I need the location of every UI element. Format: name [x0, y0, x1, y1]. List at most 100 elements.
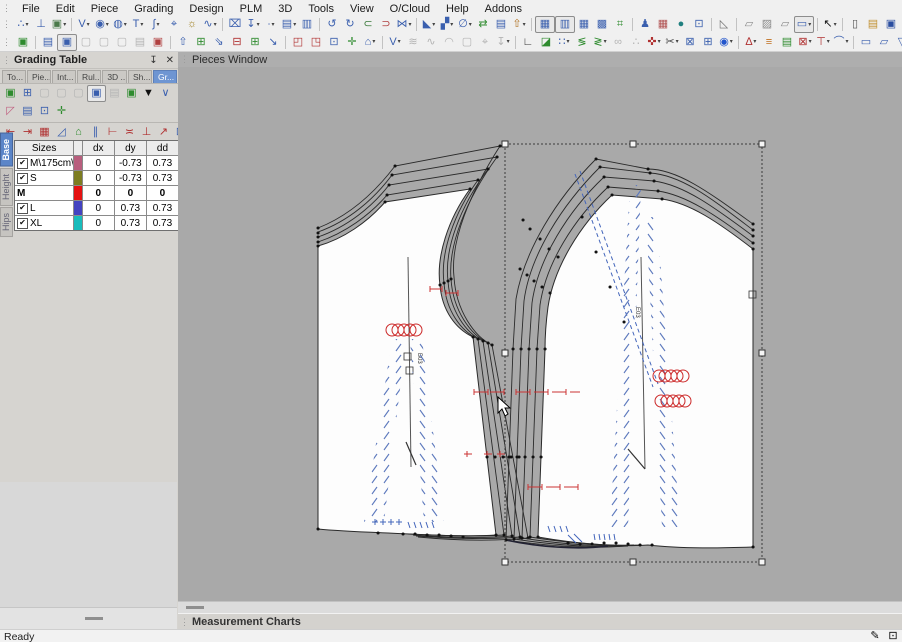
hscroll-thumb[interactable]: [186, 606, 204, 609]
panel-tab-rul[interactable]: Rul...: [77, 70, 101, 83]
copy-piece-tool-icon[interactable]: ⊠: [681, 35, 699, 50]
walk-pieces-tool-icon[interactable]: ⇄: [474, 17, 492, 32]
flip-tool-a-icon[interactable]: ≶: [573, 35, 591, 50]
size-dx-value[interactable]: 0: [83, 156, 115, 170]
add-node-tool-icon[interactable]: ✛: [343, 35, 361, 50]
circle-tool-icon[interactable]: ◉▾: [93, 17, 111, 32]
seam-tool-icon[interactable]: ≡: [760, 35, 778, 50]
angle-tool-icon[interactable]: ∆▾: [742, 35, 760, 50]
menu-plm[interactable]: PLM: [232, 2, 271, 16]
size-dd-value[interactable]: 0.73: [147, 156, 178, 170]
menu-help[interactable]: Help: [438, 2, 477, 16]
size-dy-value[interactable]: 0.73: [115, 201, 147, 215]
node-tool-dropdown[interactable]: ▾: [272, 22, 275, 28]
cut-tool-dropdown[interactable]: ▾: [676, 39, 679, 45]
size-row-L[interactable]: ✔L00.730.73: [15, 201, 178, 216]
add-piece-2-icon[interactable]: ▣: [123, 86, 140, 101]
fold-tool-a-icon[interactable]: ◰: [289, 35, 307, 50]
save-file-icon[interactable]: ▣: [882, 17, 900, 32]
select-cursor-tool-dropdown[interactable]: ▾: [834, 22, 837, 28]
size-row-XL[interactable]: ✔XL00.730.73: [15, 216, 178, 230]
grade-home-icon[interactable]: ⌂: [70, 125, 87, 140]
node-add-tool-dropdown[interactable]: ▾: [658, 39, 661, 45]
monitor-view-tool-icon[interactable]: ⊡: [690, 17, 708, 32]
grade-table-icon[interactable]: ▦: [36, 125, 53, 140]
sync-tool-icon[interactable]: ◉▾: [717, 35, 735, 50]
balance-tool-icon[interactable]: ∅▾: [456, 17, 474, 32]
image-insert-tool-icon[interactable]: ▣▾: [50, 17, 68, 32]
size-row-S[interactable]: ✔S0-0.730.73: [15, 171, 178, 186]
size-checkbox[interactable]: ✔: [17, 173, 28, 184]
size-dd-value[interactable]: 0.73: [147, 216, 178, 230]
size-dd-value[interactable]: 0: [147, 186, 178, 200]
axis-tab-height[interactable]: Height: [0, 168, 13, 206]
piece-remove-icon[interactable]: ⊟: [228, 35, 246, 50]
grade-even-icon[interactable]: ≍: [121, 125, 138, 140]
size-dd-value[interactable]: 0.73: [147, 171, 178, 185]
menu-piece[interactable]: Piece: [83, 2, 127, 16]
grade-nest-tool-dropdown[interactable]: ▾: [432, 22, 435, 28]
home-tool-dropdown[interactable]: ▾: [372, 39, 375, 45]
grade-corner-icon[interactable]: ◿: [53, 125, 70, 140]
window-tool-icon[interactable]: ⊡: [325, 35, 343, 50]
split-piece-tool-icon[interactable]: ▞▾: [438, 17, 456, 32]
rotate-ccw-tool-icon[interactable]: ↺: [323, 17, 341, 32]
home-tool-icon[interactable]: ⌂▾: [361, 35, 379, 50]
dart-tool-dropdown[interactable]: ▾: [87, 22, 90, 28]
paper-copy-2-icon[interactable]: ▨: [758, 17, 776, 32]
close-icon[interactable]: ✕: [162, 55, 178, 66]
image-insert-tool-dropdown[interactable]: ▾: [63, 22, 66, 28]
piece-add-2-icon[interactable]: ⊞: [246, 35, 264, 50]
shape-trapezoid-icon[interactable]: ▽: [893, 35, 902, 50]
menu-file[interactable]: File: [14, 2, 48, 16]
export-piece-tool-icon[interactable]: ⇧▾: [510, 17, 528, 32]
machine-status-icon-icon[interactable]: ⊡: [884, 629, 902, 642]
split-piece-tool-dropdown[interactable]: ▾: [450, 22, 453, 28]
balance-tool-dropdown[interactable]: ▾: [469, 22, 472, 28]
pin-icon[interactable]: ↧: [145, 55, 161, 66]
sync-tool-dropdown[interactable]: ▾: [730, 39, 733, 45]
panel-tab-3d[interactable]: 3D ...: [102, 70, 127, 83]
menu-addons[interactable]: Addons: [477, 2, 530, 16]
image-new-icon[interactable]: ▣: [14, 35, 32, 50]
fill-gradient-tool-icon[interactable]: ◪: [537, 35, 555, 50]
new-file-icon[interactable]: ▯: [846, 17, 864, 32]
size-row-M[interactable]: M000: [15, 186, 178, 201]
menu-o-cloud[interactable]: O/Cloud: [382, 2, 438, 16]
paper-copy-3-icon[interactable]: ▱: [776, 17, 794, 32]
pin-tool-icon[interactable]: ↧▾: [244, 17, 262, 32]
node-add-tool-icon[interactable]: ✜▾: [645, 35, 663, 50]
rotate-left-90-tool-icon[interactable]: ⊂: [359, 17, 377, 32]
node-tool-icon[interactable]: ∙▾: [262, 17, 280, 32]
size-dx-value[interactable]: 0: [83, 171, 115, 185]
pin-tool-dropdown[interactable]: ▾: [257, 22, 260, 28]
image-alt-icon[interactable]: ▣: [149, 35, 167, 50]
view-grid-2-icon[interactable]: ▥: [555, 16, 575, 33]
shape-parallelogram-icon[interactable]: ▱: [875, 35, 893, 50]
fold-line-tool-icon[interactable]: ⌒▾: [832, 35, 850, 50]
corner-add-icon[interactable]: ◸: [2, 104, 19, 119]
menu-tools[interactable]: Tools: [300, 2, 342, 16]
add-piece-icon[interactable]: ▣: [2, 86, 19, 101]
export-piece-tool-dropdown[interactable]: ▾: [523, 22, 526, 28]
flip-tool-b-dropdown[interactable]: ▾: [604, 39, 607, 45]
grade-align-icon[interactable]: ∥: [87, 125, 104, 140]
paper-copy-4-icon[interactable]: ▭▾: [794, 16, 814, 33]
menu-grading[interactable]: Grading: [126, 2, 181, 16]
grade-point-move-tool-icon[interactable]: ∴▾: [14, 17, 32, 32]
collapse-v-icon[interactable]: ∨: [157, 86, 174, 101]
panel-tab-pie[interactable]: Pie...: [27, 70, 51, 83]
grade-nest-tool-icon[interactable]: ◣▾: [420, 17, 438, 32]
axis-tab-base[interactable]: Base: [0, 133, 13, 167]
axis-tab-hips[interactable]: Hips: [0, 207, 13, 237]
button-tool-dropdown[interactable]: ▾: [124, 22, 127, 28]
piece-add-icon[interactable]: ⊞: [192, 35, 210, 50]
copy-piece-icon[interactable]: ⊞: [19, 86, 36, 101]
drill-point-tool-icon[interactable]: ⌖: [165, 17, 183, 32]
pattern-canvas[interactable]: B03: [178, 67, 902, 601]
menu-3d[interactable]: 3D: [270, 2, 300, 16]
pleat-tool-dropdown[interactable]: ▾: [293, 22, 296, 28]
size-dy-value[interactable]: 0.73: [115, 216, 147, 230]
measure-ruler-tool-icon[interactable]: ◺: [715, 17, 733, 32]
grade-move-y-icon[interactable]: ⇥: [19, 125, 36, 140]
